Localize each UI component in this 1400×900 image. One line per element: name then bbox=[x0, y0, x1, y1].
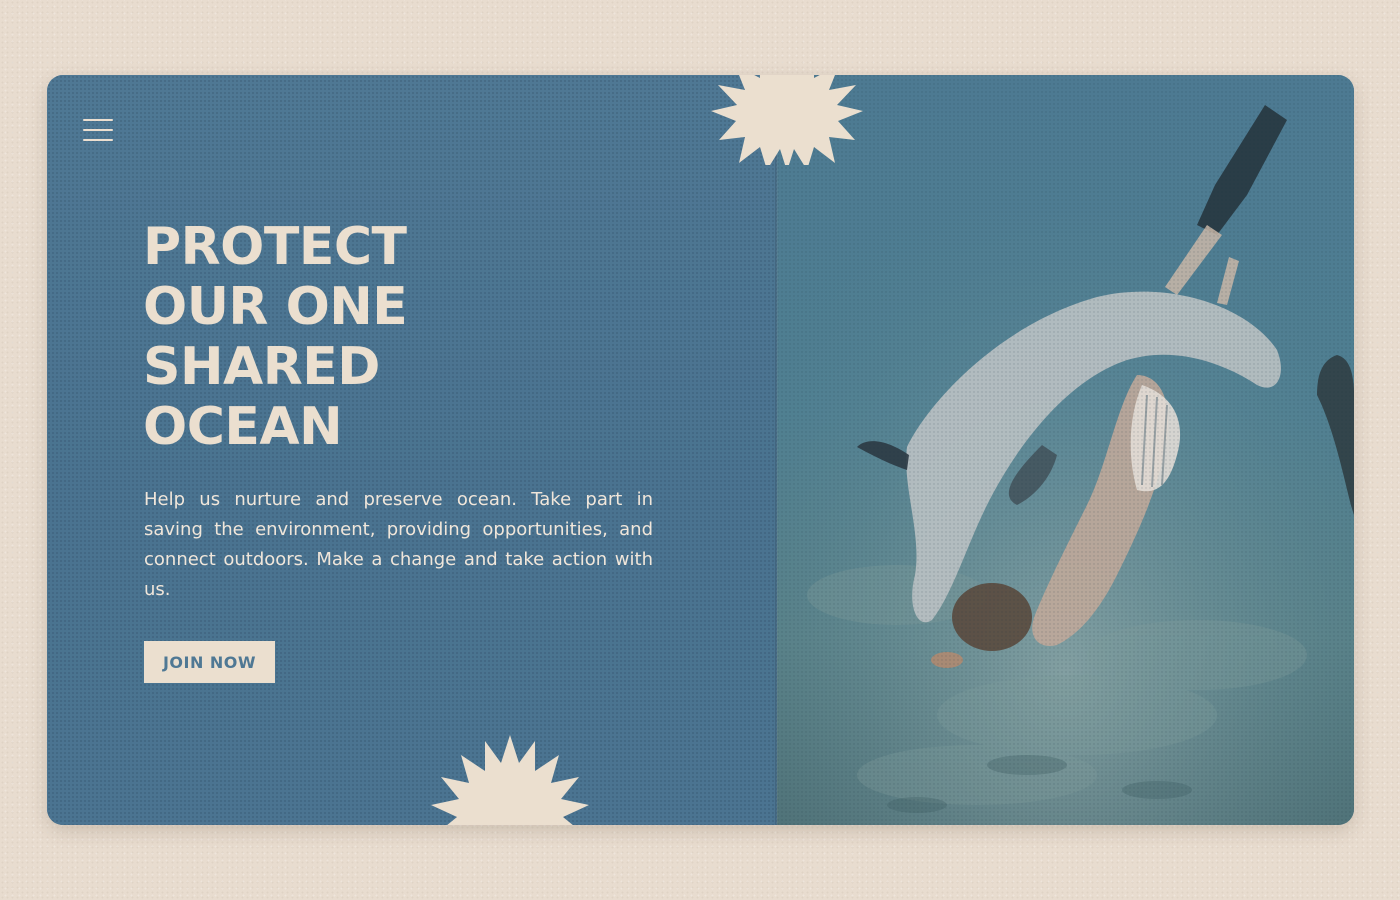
hamburger-menu-icon[interactable] bbox=[83, 119, 115, 147]
hero-description: Help us nurture and preserve ocean. Take… bbox=[144, 489, 653, 600]
menu-bar bbox=[83, 119, 113, 121]
headline-line: OUR ONE bbox=[143, 277, 408, 337]
headline-line: OCEAN bbox=[143, 397, 343, 457]
page-fold-divider bbox=[775, 75, 778, 825]
join-now-button[interactable]: JOIN NOW bbox=[144, 641, 275, 683]
hero-photo bbox=[777, 75, 1354, 825]
headline-line: PROTECT bbox=[143, 217, 407, 277]
hero-headline: PROTECT OUR ONE SHARED OCEAN bbox=[143, 217, 523, 457]
starburst-icon bbox=[711, 75, 863, 165]
diver-with-dolphin-illustration bbox=[777, 75, 1354, 825]
hero-card: PROTECT OUR ONE SHARED OCEAN Help us nur… bbox=[47, 75, 1354, 825]
starburst-icon bbox=[431, 735, 589, 825]
menu-bar bbox=[83, 139, 113, 141]
menu-bar bbox=[83, 129, 113, 131]
headline-line: SHARED bbox=[143, 337, 380, 397]
